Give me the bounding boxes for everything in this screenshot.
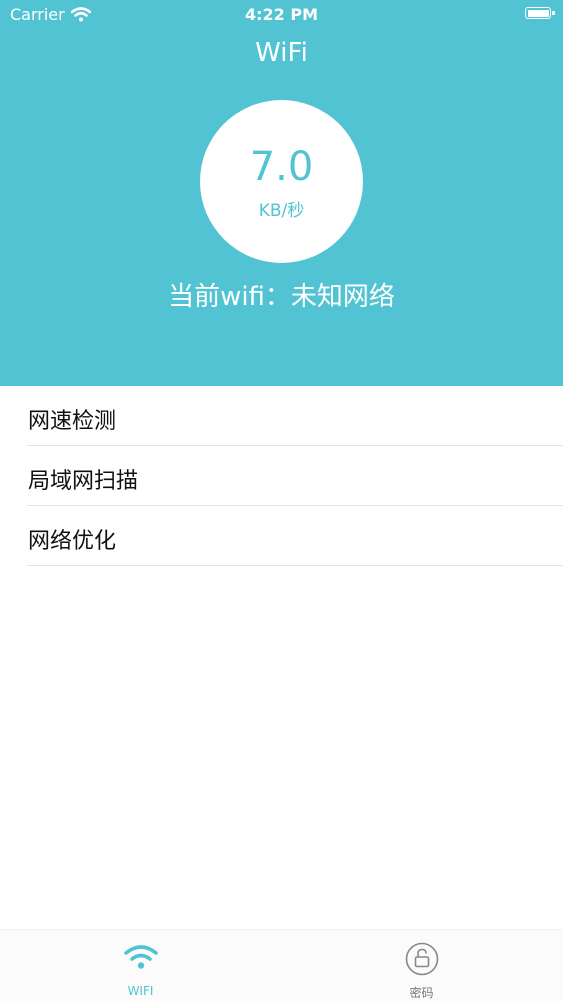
menu-item-label: 局域网扫描 bbox=[28, 469, 139, 494]
menu-item-label: 网络优化 bbox=[28, 529, 117, 554]
status-time: 4:22 PM bbox=[244, 5, 318, 24]
lock-icon bbox=[405, 942, 438, 976]
menu-list: 网速检测 局域网扫描 网络优化 bbox=[0, 386, 563, 566]
page-title: WiFi bbox=[255, 38, 308, 68]
tab-bar: WIFI 密码 bbox=[0, 929, 563, 1001]
header: Carrier 4:22 PM WiFi 7.0 KB/秒 当前wifi：未知网… bbox=[0, 0, 563, 386]
menu-item-label: 网速检测 bbox=[28, 409, 117, 434]
menu-item-speed-test[interactable]: 网速检测 bbox=[27, 386, 563, 446]
tab-label: 密码 bbox=[409, 986, 434, 1000]
speed-gauge: 7.0 KB/秒 bbox=[200, 100, 363, 263]
menu-item-lan-scan[interactable]: 局域网扫描 bbox=[27, 446, 563, 506]
current-wifi-label: 当前wifi：未知网络 bbox=[168, 282, 395, 312]
wifi-icon bbox=[123, 945, 158, 969]
tab-label: WIFI bbox=[127, 984, 154, 998]
speed-unit: KB/秒 bbox=[258, 201, 305, 221]
tab-password[interactable]: 密码 bbox=[281, 930, 562, 1001]
tab-wifi[interactable]: WIFI bbox=[0, 930, 281, 1001]
speed-value: 7.0 bbox=[249, 144, 314, 190]
status-bar: Carrier 4:22 PM bbox=[0, 0, 563, 28]
battery-icon bbox=[525, 7, 555, 19]
menu-item-network-optimize[interactable]: 网络优化 bbox=[27, 506, 563, 566]
